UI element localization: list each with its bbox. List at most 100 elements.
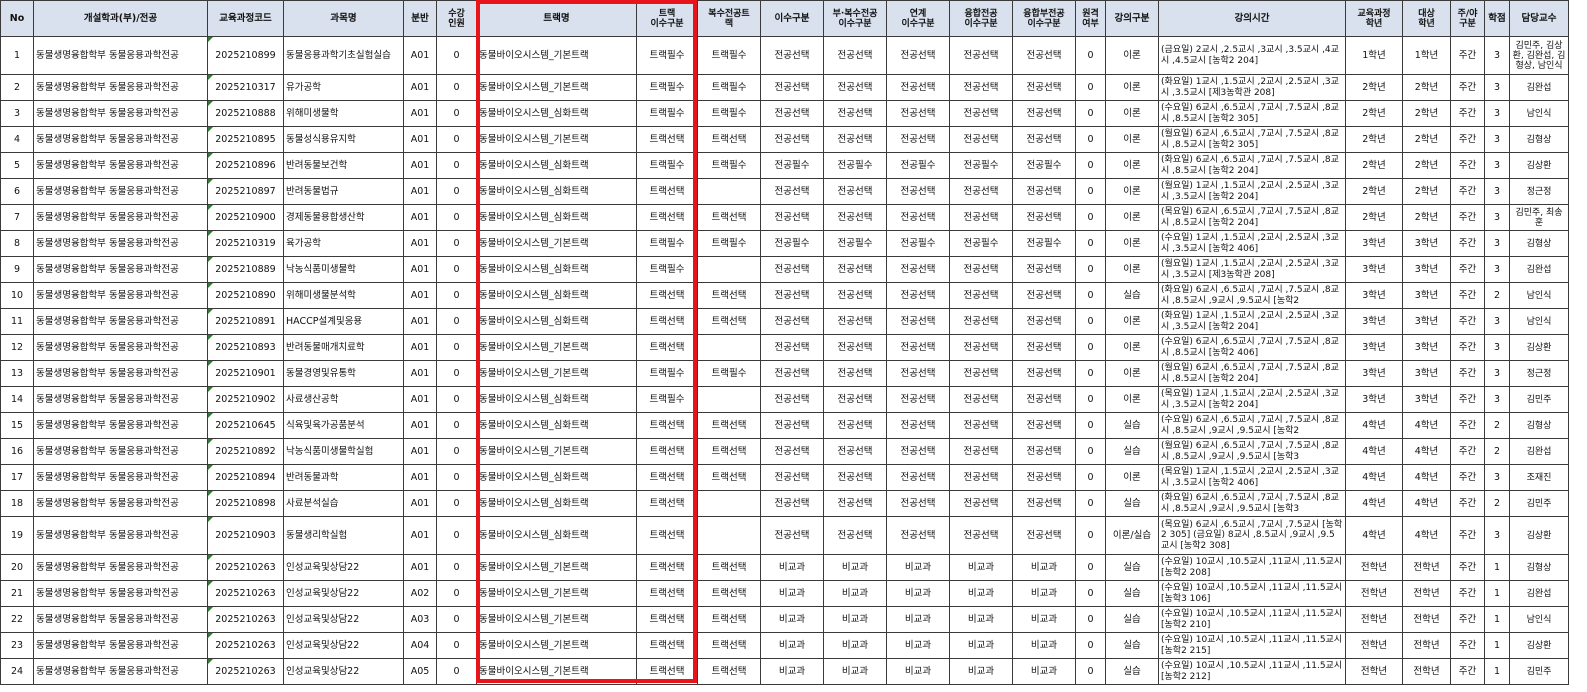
code-cell[interactable]: 2025210263 — [207, 606, 284, 633]
remote-cell[interactable]: 0 — [1075, 282, 1106, 309]
professor-cell[interactable]: 남인식 — [1509, 282, 1569, 309]
table-row[interactable]: 2 동물생명융합학부 동물응용과학전공 2025210317 유가공학 A01 0 동물바이… — [0, 74, 1569, 101]
enroll-cell[interactable]: 0 — [436, 126, 477, 153]
track-cell[interactable]: 동물바이오시스템_기본트랙 — [476, 360, 637, 387]
no-cell[interactable]: 22 — [0, 606, 34, 633]
target-year-cell[interactable]: 3학년 — [1402, 282, 1451, 309]
remote-cell[interactable]: 0 — [1075, 36, 1106, 75]
code-cell[interactable]: 2025210317 — [207, 74, 284, 101]
fusion-type-cell[interactable]: 전공선택 — [949, 100, 1013, 127]
subject-cell[interactable]: 육가공학 — [283, 230, 404, 257]
code-cell[interactable]: 2025210901 — [207, 360, 284, 387]
professor-cell[interactable]: 김상환 — [1509, 632, 1569, 659]
fusion-minor-type-cell[interactable]: 전공선택 — [1012, 438, 1076, 465]
section-cell[interactable]: A01 — [403, 386, 437, 413]
credit-cell[interactable]: 1 — [1484, 632, 1510, 659]
no-cell[interactable]: 14 — [0, 386, 34, 413]
fusion-type-cell[interactable]: 전공선택 — [949, 74, 1013, 101]
type-cell[interactable]: 전공선택 — [760, 256, 824, 283]
track-type-cell[interactable]: 트랙선택 — [636, 282, 698, 309]
remote-cell[interactable]: 0 — [1075, 490, 1106, 517]
enroll-cell[interactable]: 0 — [436, 658, 477, 685]
no-cell[interactable]: 1 — [0, 36, 34, 75]
linked-type-cell[interactable]: 비교과 — [886, 632, 950, 659]
daynight-cell[interactable]: 주간 — [1450, 412, 1485, 439]
lecture-type-cell[interactable]: 이론 — [1105, 152, 1159, 179]
lecture-type-cell[interactable]: 실습 — [1105, 632, 1159, 659]
type-cell[interactable]: 비교과 — [760, 580, 824, 607]
fusion-type-cell[interactable]: 전공선택 — [949, 464, 1013, 491]
dual-track-cell[interactable] — [697, 334, 761, 361]
lecture-time-cell[interactable]: (월요일) 1교시 ,1.5교시 ,2교시 ,2.5교시 ,3교시 ,3.5교시… — [1158, 178, 1346, 205]
track-cell[interactable]: 동물바이오시스템_기본트랙 — [476, 74, 637, 101]
type-cell[interactable]: 전공선택 — [760, 334, 824, 361]
professor-cell[interactable]: 김형상 — [1509, 554, 1569, 581]
curr-year-cell[interactable]: 4학년 — [1345, 464, 1403, 491]
header-cell-track[interactable]: 트랙명 — [476, 0, 637, 37]
section-cell[interactable]: A01 — [403, 152, 437, 179]
professor-cell[interactable]: 김형상 — [1509, 412, 1569, 439]
professor-cell[interactable]: 김민주 — [1509, 490, 1569, 517]
section-cell[interactable]: A01 — [403, 464, 437, 491]
no-cell[interactable]: 16 — [0, 438, 34, 465]
curr-year-cell[interactable]: 4학년 — [1345, 438, 1403, 465]
fusion-type-cell[interactable]: 전공선택 — [949, 282, 1013, 309]
subject-cell[interactable]: 반려동물보건학 — [283, 152, 404, 179]
table-row[interactable]: 17 동물생명융합학부 동물응용과학전공 2025210894 반려동물과학 A01 0 동… — [0, 464, 1569, 491]
credit-cell[interactable]: 2 — [1484, 490, 1510, 517]
daynight-cell[interactable]: 주간 — [1450, 74, 1485, 101]
subject-cell[interactable]: 반려동물과학 — [283, 464, 404, 491]
code-cell[interactable]: 2025210890 — [207, 282, 284, 309]
code-cell[interactable]: 2025210889 — [207, 256, 284, 283]
fusion-type-cell[interactable]: 비교과 — [949, 606, 1013, 633]
table-row[interactable]: 4 동물생명융합학부 동물응용과학전공 2025210895 동물성식용유지학 A01 0… — [0, 126, 1569, 153]
no-cell[interactable]: 10 — [0, 282, 34, 309]
no-cell[interactable]: 17 — [0, 464, 34, 491]
code-cell[interactable]: 2025210263 — [207, 580, 284, 607]
target-year-cell[interactable]: 전학년 — [1402, 580, 1451, 607]
code-cell[interactable]: 2025210895 — [207, 126, 284, 153]
credit-cell[interactable]: 1 — [1484, 554, 1510, 581]
curr-year-cell[interactable]: 3학년 — [1345, 386, 1403, 413]
dual-track-cell[interactable]: 트랙선택 — [697, 204, 761, 231]
table-row[interactable]: 22 동물생명융합학부 동물응용과학전공 2025210263 인성교육및상담22 A0… — [0, 606, 1569, 633]
dept-cell[interactable]: 동물생명융합학부 동물응용과학전공 — [33, 282, 208, 309]
subject-cell[interactable]: 반려동물법규 — [283, 178, 404, 205]
type-cell[interactable]: 전공선택 — [760, 178, 824, 205]
section-cell[interactable]: A01 — [403, 412, 437, 439]
table-row[interactable]: 18 동물생명융합학부 동물응용과학전공 2025210898 사료분석실습 A01 0 동… — [0, 490, 1569, 517]
remote-cell[interactable]: 0 — [1075, 308, 1106, 335]
type-cell[interactable]: 전공선택 — [760, 360, 824, 387]
section-cell[interactable]: A01 — [403, 360, 437, 387]
daynight-cell[interactable]: 주간 — [1450, 334, 1485, 361]
lecture-type-cell[interactable]: 이론 — [1105, 334, 1159, 361]
credit-cell[interactable]: 3 — [1484, 230, 1510, 257]
enroll-cell[interactable]: 0 — [436, 334, 477, 361]
credit-cell[interactable]: 3 — [1484, 126, 1510, 153]
type-cell[interactable]: 비교과 — [760, 632, 824, 659]
linked-type-cell[interactable]: 전공선택 — [886, 438, 950, 465]
professor-cell[interactable]: 정근정 — [1509, 360, 1569, 387]
code-cell[interactable]: 2025210891 — [207, 308, 284, 335]
lecture-time-cell[interactable]: (화요일) 1교시 ,1.5교시 ,2교시 ,2.5교시 ,3교시 ,3.5교시… — [1158, 308, 1346, 335]
target-year-cell[interactable]: 3학년 — [1402, 386, 1451, 413]
linked-type-cell[interactable]: 전공선택 — [886, 490, 950, 517]
track-type-cell[interactable]: 트랙선택 — [636, 580, 698, 607]
no-cell[interactable]: 11 — [0, 308, 34, 335]
minor-type-cell[interactable]: 전공선택 — [823, 256, 887, 283]
linked-type-cell[interactable]: 전공선택 — [886, 282, 950, 309]
table-row[interactable]: 15 동물생명융합학부 동물응용과학전공 2025210645 식육및육가공품분석 A0… — [0, 412, 1569, 439]
section-cell[interactable]: A03 — [403, 606, 437, 633]
dept-cell[interactable]: 동물생명융합학부 동물응용과학전공 — [33, 334, 208, 361]
fusion-type-cell[interactable]: 비교과 — [949, 632, 1013, 659]
remote-cell[interactable]: 0 — [1075, 438, 1106, 465]
fusion-type-cell[interactable]: 전공선택 — [949, 386, 1013, 413]
dept-cell[interactable]: 동물생명융합학부 동물응용과학전공 — [33, 230, 208, 257]
linked-type-cell[interactable]: 전공선택 — [886, 308, 950, 335]
type-cell[interactable]: 전공선택 — [760, 204, 824, 231]
minor-type-cell[interactable]: 전공선택 — [823, 178, 887, 205]
subject-cell[interactable]: 경제동물용합생산학 — [283, 204, 404, 231]
track-type-cell[interactable]: 트랙선택 — [636, 516, 698, 555]
header-cell-credit[interactable]: 학점 — [1484, 0, 1510, 37]
track-cell[interactable]: 동물바이오시스템_심화트랙 — [476, 256, 637, 283]
